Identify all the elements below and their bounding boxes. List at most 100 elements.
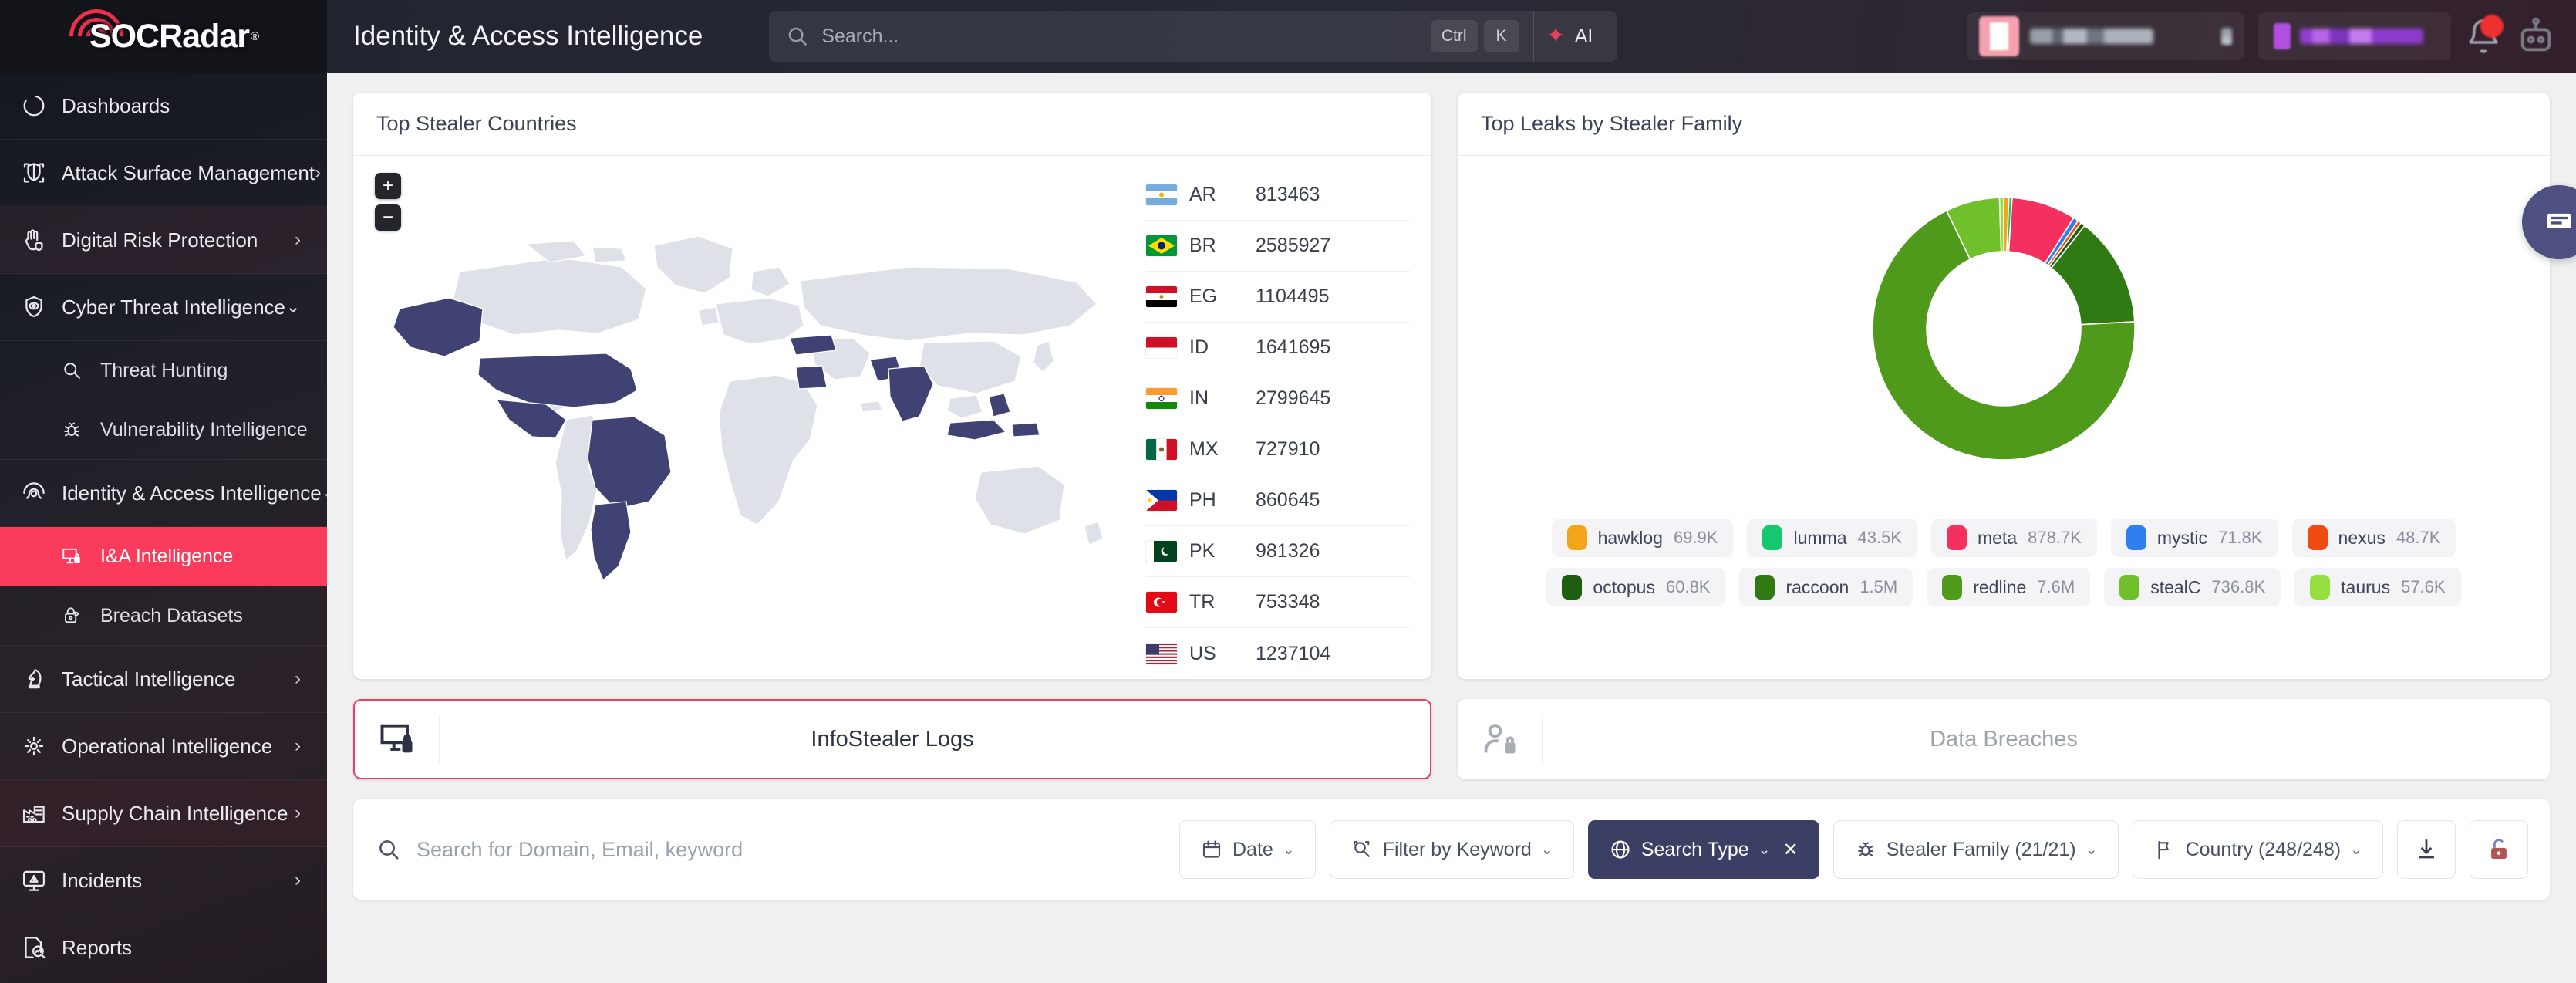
main-area: Identity & Access Intelligence Ctrl K ✦ … (327, 0, 2576, 983)
sidebar-item-dashboards[interactable]: Dashboards (0, 73, 327, 140)
sidebar-item-tactical-intelligence[interactable]: Tactical Intelligence › (0, 646, 327, 713)
filter-button-country-248-248[interactable]: Country (248/248) ⌄ (2132, 820, 2383, 879)
country-code: AR (1189, 184, 1216, 205)
account-selector[interactable] (1967, 12, 2244, 60)
sidebar-nav: Dashboards Attack Surface Management › Digi… (0, 73, 327, 983)
brand-registered: ® (251, 29, 260, 43)
sidebar-item-label: Identity & Access Intelligence (62, 481, 322, 505)
sidebar-item-cyber-threat-intelligence[interactable]: Cyber Threat Intelligence ⌄ (0, 274, 327, 341)
filter-button-stealer-family-21-21[interactable]: Stealer Family (21/21) ⌄ (1833, 820, 2119, 879)
sidebar-item-label: Incidents (62, 868, 143, 892)
sidebar-item-label: Dashboards (62, 93, 170, 117)
legend-swatch (2307, 525, 2328, 550)
sidebar-item-digital-risk-protection[interactable]: Digital Risk Protection › (0, 207, 327, 274)
zoom-in-button[interactable]: + (375, 173, 401, 199)
sidebar-item-threat-hunting[interactable]: Threat Hunting (0, 341, 327, 400)
chess-knight-icon (20, 665, 62, 693)
sidebar-item-label: Cyber Threat Intelligence (62, 295, 286, 319)
legend-item-nexus[interactable]: nexus 48.7K (2291, 519, 2456, 557)
ai-button[interactable]: ✦ AI (1532, 11, 1610, 62)
global-search[interactable]: Ctrl K ✦ AI (769, 11, 1618, 62)
country-count: 1104495 (1256, 285, 1330, 307)
table-row[interactable]: TR 753348 (1146, 577, 1410, 628)
sidebar-item-label: Tactical Intelligence (62, 667, 236, 691)
country-code: PH (1189, 489, 1216, 511)
brand-logo[interactable]: SOCRadar ® (0, 0, 327, 75)
filter-bar: Date ⌄ Filter by Keyword ⌄ Search Type ⌄ ✕ Stea… (353, 799, 2550, 900)
sidebar: SOCRadar ® Dashboards Attack Surface Mana… (0, 0, 327, 983)
filter-button-filter-by-keyword[interactable]: Filter by Keyword ⌄ (1329, 820, 1574, 879)
tab-infostealer-logs[interactable]: InfoStealer Logs (353, 699, 1431, 779)
factory-icon (20, 799, 62, 827)
world-map[interactable]: + − (353, 156, 1146, 679)
legend-item-octopus[interactable]: octopus 60.8K (1546, 568, 1726, 606)
country-code: PK (1189, 540, 1216, 562)
country-count: 2585927 (1256, 235, 1331, 256)
legend-item-lumma[interactable]: lumma 43.5K (1747, 519, 1917, 557)
search-input[interactable] (821, 25, 1425, 48)
sidebar-item-incidents[interactable]: Incidents › (0, 847, 327, 914)
table-row[interactable]: PK 981326 (1146, 526, 1410, 577)
secondary-chip[interactable] (2258, 12, 2451, 60)
legend-value: 736.8K (2211, 577, 2266, 596)
legend-value: 60.8K (1665, 577, 1711, 596)
sidebar-item-vulnerability-intelligence[interactable]: Vulnerability Intelligence (0, 400, 327, 460)
search-icon (376, 837, 401, 862)
sidebar-item-supply-chain-intelligence[interactable]: Supply Chain Intelligence › (0, 780, 327, 847)
sidebar-item-operational-intelligence[interactable]: Operational Intelligence › (0, 713, 327, 780)
legend-value: 57.6K (2401, 577, 2446, 596)
table-row[interactable]: IN 2799645 (1146, 373, 1410, 424)
sidebar-item-breach-datasets[interactable]: Breach Datasets (0, 586, 327, 646)
company-name-redacted (2030, 29, 2153, 44)
zoom-out-button[interactable]: − (375, 204, 401, 231)
filter-search-wrap[interactable] (376, 837, 1165, 862)
download-button[interactable] (2397, 820, 2456, 879)
legend-swatch (2310, 575, 2331, 600)
sidebar-item-identity-access-intelligence[interactable]: Identity & Access Intelligence⌄ (0, 460, 327, 527)
flag-icon-pk (1146, 541, 1177, 562)
filter-button-date[interactable]: Date ⌄ (1178, 820, 1316, 879)
table-row[interactable]: AR 813463 (1146, 170, 1410, 221)
legend-item-meta[interactable]: meta 878.7K (1930, 519, 2097, 557)
legend-item-raccoon[interactable]: raccoon 1.5M (1739, 568, 1913, 606)
keyword-icon (1350, 838, 1374, 861)
legend-value: 48.7K (2396, 528, 2441, 547)
chevron-down-icon (2221, 28, 2232, 45)
sidebar-item-label: Reports (62, 935, 133, 959)
filter-button-search-type[interactable]: Search Type ⌄ ✕ (1587, 820, 1819, 879)
chip-label-redacted (2300, 29, 2423, 44)
clear-filter-icon[interactable]: ✕ (1783, 839, 1799, 861)
filter-search-input[interactable] (416, 837, 1165, 862)
sidebar-item-i-a-intelligence[interactable]: I&A Intelligence (0, 527, 327, 586)
legend-swatch (2126, 525, 2146, 550)
table-row[interactable]: MX 727910 (1146, 424, 1410, 475)
table-row[interactable]: ID 1641695 (1146, 323, 1410, 373)
tab-data-breaches[interactable]: Data Breaches (1458, 699, 2550, 779)
table-row[interactable]: US 1237104 (1146, 628, 1410, 679)
country-count: 727910 (1256, 438, 1320, 460)
legend-value: 7.6M (2037, 577, 2075, 596)
table-row[interactable]: PH 860645 (1146, 475, 1410, 526)
chevron-right-icon: › (295, 735, 301, 756)
assistant-avatar[interactable] (2516, 16, 2556, 56)
legend-item-taurus[interactable]: taurus 57.6K (2294, 568, 2461, 606)
notifications-button[interactable] (2465, 15, 2504, 55)
legend-item-redline[interactable]: redline 7.6M (1927, 568, 2091, 606)
table-row[interactable]: EG 1104495 (1146, 272, 1410, 323)
tab-strip: InfoStealer Logs Data Breaches (353, 699, 2550, 779)
legend-label: meta (1977, 527, 2018, 548)
donut-chart[interactable] (1458, 167, 2550, 491)
legend-item-mystic[interactable]: mystic 71.8K (2110, 519, 2278, 557)
sidebar-item-reports[interactable]: Reports (0, 914, 327, 981)
content-area: Top Stealer Countries + − AR 813463 BR 2… (327, 73, 2576, 983)
unlock-button[interactable] (2470, 820, 2528, 879)
table-row[interactable]: BR 2585927 (1146, 221, 1410, 272)
lock-db-icon (60, 604, 100, 627)
legend-value: 69.9K (1673, 528, 1718, 547)
flag-icon-tr (1146, 592, 1177, 613)
legend-item-stealC[interactable]: stealC 736.8K (2104, 568, 2281, 606)
filter-button-label: Date (1232, 838, 1273, 860)
sidebar-item-attack-surface-management[interactable]: Attack Surface Management › (0, 140, 327, 207)
legend-item-hawklog[interactable]: hawklog 69.9K (1551, 519, 1734, 557)
country-code: ID (1189, 336, 1209, 358)
